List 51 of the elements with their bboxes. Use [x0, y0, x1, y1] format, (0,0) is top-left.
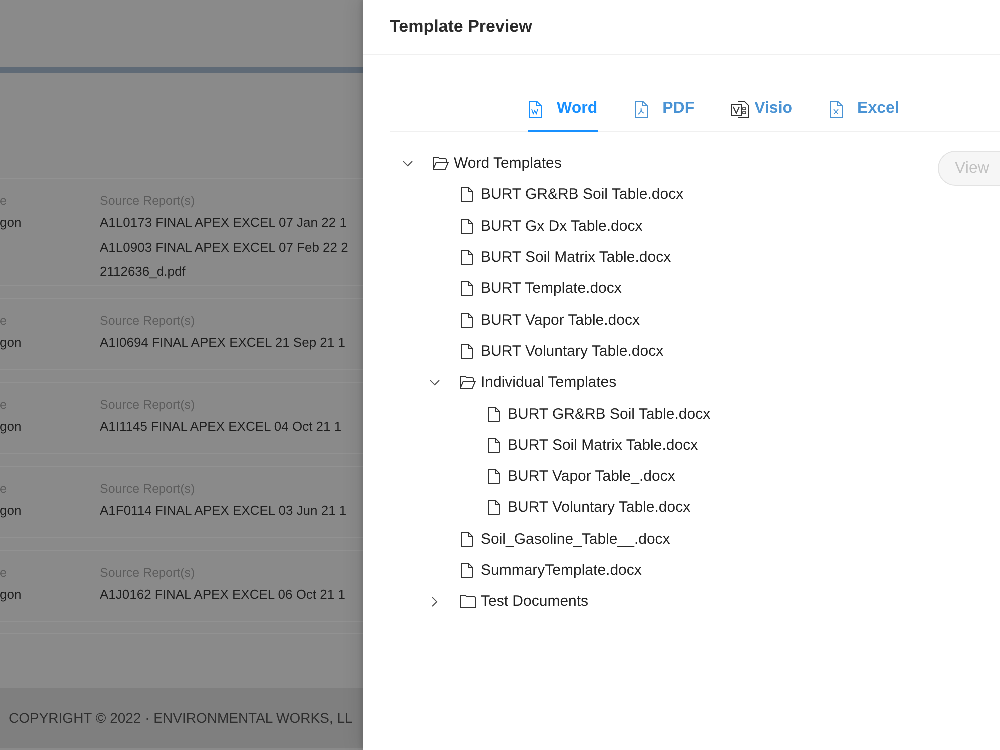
file-icon — [461, 532, 473, 547]
folder-icon — [460, 595, 476, 608]
chevron-down-icon[interactable] — [430, 380, 440, 386]
visio-file-icon — [730, 100, 749, 118]
tree-file-item[interactable]: BURT Voluntary Table.docx — [483, 496, 695, 520]
file-icon — [461, 281, 473, 296]
source-report-text: 2112636_d.pdf — [100, 263, 187, 281]
source-report-text: A1I1145 FINAL APEX EXCEL 04 Oct 21 1 — [100, 418, 343, 436]
file-icon — [461, 312, 473, 328]
file-icon — [488, 500, 500, 516]
source-report-text: A1I0694 FINAL APEX EXCEL 21 Sep 21 1 — [100, 334, 346, 352]
tree-file-item[interactable]: BURT Soil Matrix Table.docx — [456, 246, 676, 270]
source-report-text: A1J0162 FINAL APEX EXCEL 06 Oct 21 1 — [100, 586, 346, 604]
tree-file-item[interactable]: BURT Gx Dx Table.docx — [456, 214, 647, 238]
file-icon — [488, 406, 500, 422]
tree-file-item[interactable]: BURT GR&RB Soil Table.docx — [456, 182, 688, 207]
field-value: gon — [0, 502, 23, 520]
tree-folder-item[interactable]: Word Templates — [429, 152, 566, 176]
folder-open-icon — [460, 376, 476, 390]
file-icon — [461, 563, 473, 578]
tree-file-item[interactable]: BURT Vapor Table_.docx — [483, 464, 680, 489]
folder-open-icon — [433, 157, 449, 170]
tree-file-item[interactable]: BURT GR&RB Soil Table.docx — [483, 402, 715, 426]
source-report-text: A1L0173 FINAL APEX EXCEL 07 Jan 22 1 — [100, 214, 348, 232]
field-value: gon — [0, 418, 23, 436]
file-icon — [488, 469, 500, 484]
chevron-right-icon[interactable] — [432, 596, 438, 607]
file-icon — [461, 218, 473, 234]
copyright-text: COPYRIGHT © 2022 · ENVIRONMENTAL WORKS, LL — [9, 710, 353, 726]
excel-file-icon — [828, 100, 843, 118]
word-file-icon — [528, 100, 542, 118]
field-value: gon — [0, 214, 23, 232]
tree-folder-item[interactable]: Individual Templates — [456, 370, 621, 395]
file-icon — [461, 344, 473, 359]
drawer-title: Template Preview — [390, 17, 532, 36]
source-report-text: A1F0114 FINAL APEX EXCEL 03 Jun 21 1 — [100, 502, 348, 520]
tree-file-item[interactable]: SummaryTemplate.docx — [456, 558, 646, 582]
file-icon — [488, 438, 500, 453]
file-icon — [461, 187, 473, 202]
chevron-down-icon[interactable] — [403, 160, 413, 167]
field-value: gon — [0, 334, 23, 352]
tree-file-item[interactable]: BURT Soil Matrix Table.docx — [483, 433, 702, 458]
tree-file-item[interactable]: Soil_Gasoline_Table__.docx — [456, 527, 674, 552]
tree-file-item[interactable]: BURT Voluntary Table.docx — [456, 339, 668, 364]
tree-file-item[interactable]: BURT Template.docx — [456, 276, 626, 301]
source-report-text: A1L0903 FINAL APEX EXCEL 07 Feb 22 2 — [100, 238, 350, 256]
tree-folder-item[interactable]: Test Documents — [456, 590, 593, 614]
tree-file-item[interactable]: BURT Vapor Table.docx — [456, 308, 644, 332]
file-icon — [461, 250, 473, 266]
pdf-file-icon — [634, 100, 648, 118]
field-value: gon — [0, 586, 23, 604]
